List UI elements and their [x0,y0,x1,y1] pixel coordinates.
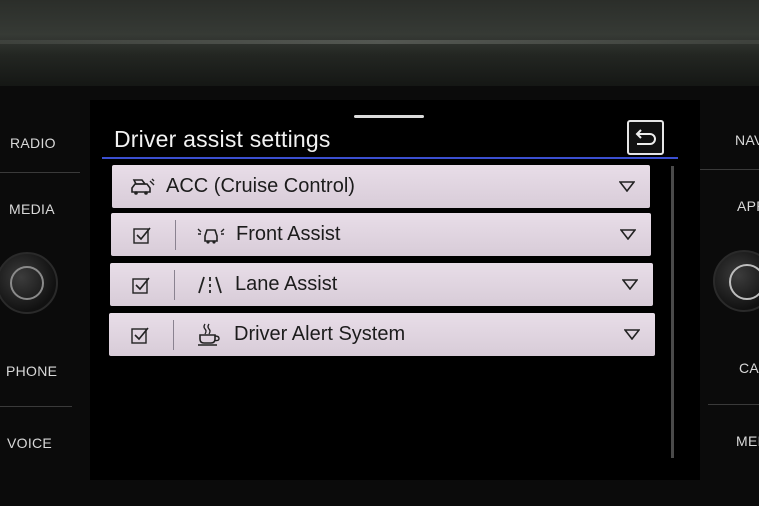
divider [708,404,759,405]
dashboard-trim [0,0,759,92]
menu-button[interactable]: MEN [736,433,759,449]
chevron-down-icon[interactable] [605,229,651,240]
separator [174,269,175,300]
scrollbar[interactable] [671,166,674,458]
knob-ring-icon [729,264,759,300]
pull-down-handle[interactable] [354,115,424,118]
item-label: Driver Alert System [234,323,406,345]
front-assist-car-icon [192,224,230,246]
car-button[interactable]: CA [739,360,759,376]
list-item-driver-alert[interactable]: Driver Alert System [109,313,655,356]
item-label: Lane Assist [235,273,338,295]
nav-button[interactable]: NAV [735,132,759,148]
divider [700,169,759,170]
item-label: Front Assist [236,223,341,245]
acc-car-icon [124,176,162,198]
separator [173,319,174,350]
trim-highlight [0,40,759,44]
checkbox-driver-alert[interactable] [109,313,173,356]
list-item-acc[interactable]: ACC (Cruise Control) [112,165,650,208]
app-button[interactable]: APP [737,198,759,214]
checkbox-checked-icon [133,226,151,244]
back-arrow-icon [635,128,656,145]
radio-button[interactable]: RADIO [10,135,56,151]
back-button[interactable] [627,120,664,155]
phone-button[interactable]: PHONE [6,363,57,379]
page-title: Driver assist settings [114,126,331,152]
checkbox-lane-assist[interactable] [110,263,174,306]
media-button[interactable]: MEDIA [9,201,55,217]
coffee-cup-icon [190,322,228,348]
list-item-lane-assist[interactable]: Lane Assist [110,263,653,306]
separator [175,219,176,250]
voice-button[interactable]: VOICE [7,435,52,451]
checkbox-front-assist[interactable] [111,213,175,256]
chevron-down-icon[interactable] [607,279,653,290]
divider [0,406,72,407]
checkbox-checked-icon [132,276,150,294]
lane-icon [191,275,229,295]
list-item-front-assist[interactable]: Front Assist [111,213,651,256]
item-label: ACC (Cruise Control) [166,175,355,197]
chevron-down-icon[interactable] [609,329,655,340]
divider [0,172,80,173]
power-icon [10,266,44,300]
title-underline [102,157,678,159]
chevron-down-icon[interactable] [604,181,650,192]
checkbox-checked-icon [131,326,149,344]
